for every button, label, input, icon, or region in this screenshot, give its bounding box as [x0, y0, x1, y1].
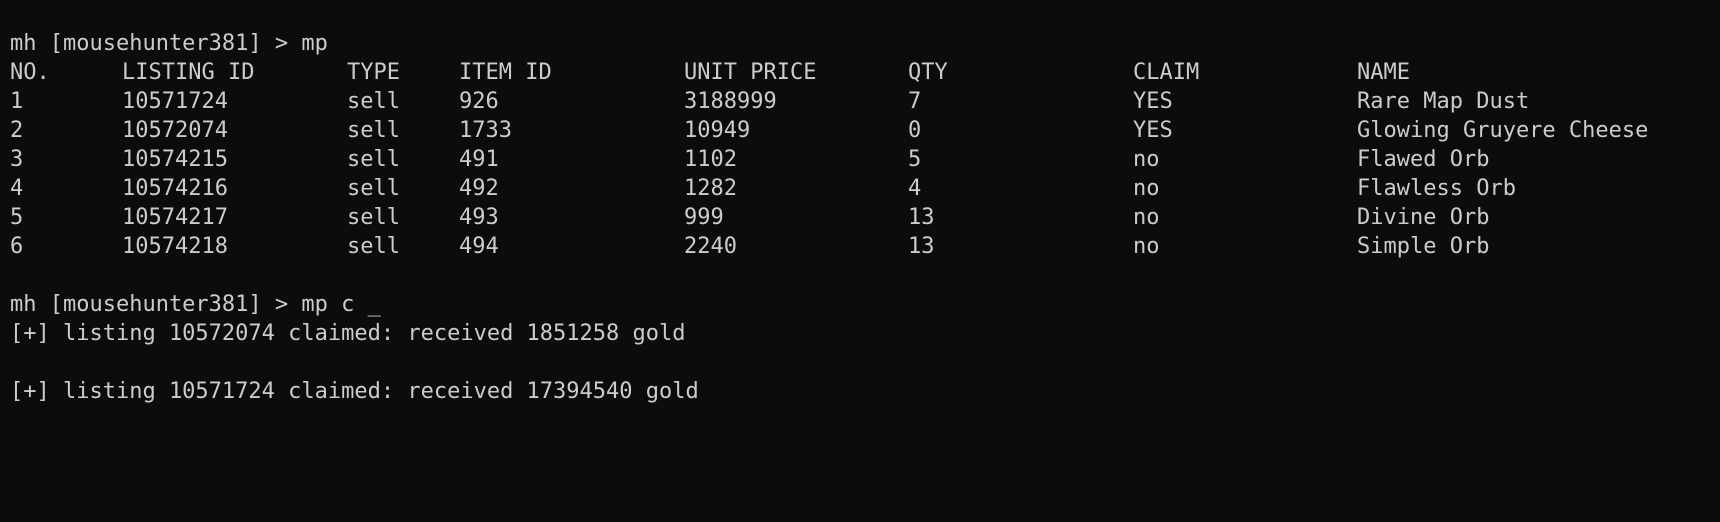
cell-listing-id: 10574217 [122, 205, 228, 230]
cell-no: 1 [10, 89, 24, 114]
cell-type: sell [347, 234, 400, 259]
cell-qty: 13 [908, 234, 935, 259]
header-item-id: ITEM ID [459, 60, 552, 85]
prompt-line-1: mh [mousehunter381] > mp [10, 29, 1710, 58]
header-type: TYPE [347, 60, 400, 85]
cell-name: Flawless Orb [1357, 176, 1516, 201]
terminal-window[interactable]: mh [mousehunter381] > mp NO. LISTING ID … [10, 29, 1710, 406]
cell-no: 4 [10, 176, 24, 201]
header-no: NO. [10, 60, 50, 85]
table-row: 1 10571724 sell 926 3188999 7 YES Rare M… [10, 87, 1710, 116]
cell-type: sell [347, 89, 400, 114]
cell-name: Flawed Orb [1357, 147, 1490, 172]
table-row: 4 10574216 sell 492 1282 4 no Flawless O… [10, 174, 1710, 203]
header-claim: CLAIM [1133, 60, 1200, 85]
cell-type: sell [347, 147, 400, 172]
output-line: [+] listing 10572074 claimed: received 1… [10, 321, 686, 346]
cell-item-id: 493 [459, 205, 499, 230]
cell-listing-id: 10574215 [122, 147, 228, 172]
cell-item-id: 491 [459, 147, 499, 172]
table-row: 5 10574217 sell 493 999 13 no Divine Orb [10, 203, 1710, 232]
cell-listing-id: 10574216 [122, 176, 228, 201]
cell-unit-price: 2240 [684, 234, 737, 259]
cell-listing-id: 10572074 [122, 118, 228, 143]
cell-listing-id: 10571724 [122, 89, 228, 114]
cell-no: 6 [10, 234, 24, 259]
cell-qty: 13 [908, 205, 935, 230]
cell-name: Simple Orb [1357, 234, 1490, 259]
table-header: NO. LISTING ID TYPE ITEM ID UNIT PRICE Q… [10, 58, 1710, 87]
cell-qty: 5 [908, 147, 922, 172]
cell-claim: YES [1133, 118, 1173, 143]
prompt-text: mh [mousehunter381] > [10, 31, 302, 56]
cell-qty: 4 [908, 176, 922, 201]
header-listing-id: LISTING ID [122, 60, 255, 85]
cell-qty: 0 [908, 118, 922, 143]
cell-name: Glowing Gruyere Cheese [1357, 118, 1649, 143]
prompt-line-2[interactable]: mh [mousehunter381] > mp c _ [10, 290, 1710, 319]
cell-claim: YES [1133, 89, 1173, 114]
cell-name: Divine Orb [1357, 205, 1490, 230]
cell-item-id: 1733 [459, 118, 512, 143]
cell-no: 2 [10, 118, 24, 143]
cell-type: sell [347, 118, 400, 143]
table-row: 6 10574218 sell 494 2240 13 no Simple Or… [10, 232, 1710, 261]
cell-qty: 7 [908, 89, 922, 114]
cell-item-id: 494 [459, 234, 499, 259]
table-row: 2 10572074 sell 1733 10949 0 YES Glowing… [10, 116, 1710, 145]
header-unit-price: UNIT PRICE [684, 60, 817, 85]
cell-unit-price: 1282 [684, 176, 737, 201]
command-text: mp [301, 31, 328, 56]
cell-claim: no [1133, 176, 1160, 201]
cell-no: 5 [10, 205, 24, 230]
cell-type: sell [347, 205, 400, 230]
command-text[interactable]: mp c _ [301, 292, 380, 317]
cell-unit-price: 999 [684, 205, 724, 230]
header-qty: QTY [908, 60, 948, 85]
cell-claim: no [1133, 234, 1160, 259]
cell-name: Rare Map Dust [1357, 89, 1530, 114]
prompt-text: mh [mousehunter381] > [10, 292, 302, 317]
header-name: NAME [1357, 60, 1410, 85]
cell-unit-price: 10949 [684, 118, 751, 143]
output-line: [+] listing 10571724 claimed: received 1… [10, 379, 699, 404]
cell-claim: no [1133, 147, 1160, 172]
cell-item-id: 492 [459, 176, 499, 201]
cell-claim: no [1133, 205, 1160, 230]
cell-unit-price: 3188999 [684, 89, 777, 114]
cell-item-id: 926 [459, 89, 499, 114]
cell-listing-id: 10574218 [122, 234, 228, 259]
cell-no: 3 [10, 147, 24, 172]
cell-type: sell [347, 176, 400, 201]
cell-unit-price: 1102 [684, 147, 737, 172]
table-row: 3 10574215 sell 491 1102 5 no Flawed Orb [10, 145, 1710, 174]
